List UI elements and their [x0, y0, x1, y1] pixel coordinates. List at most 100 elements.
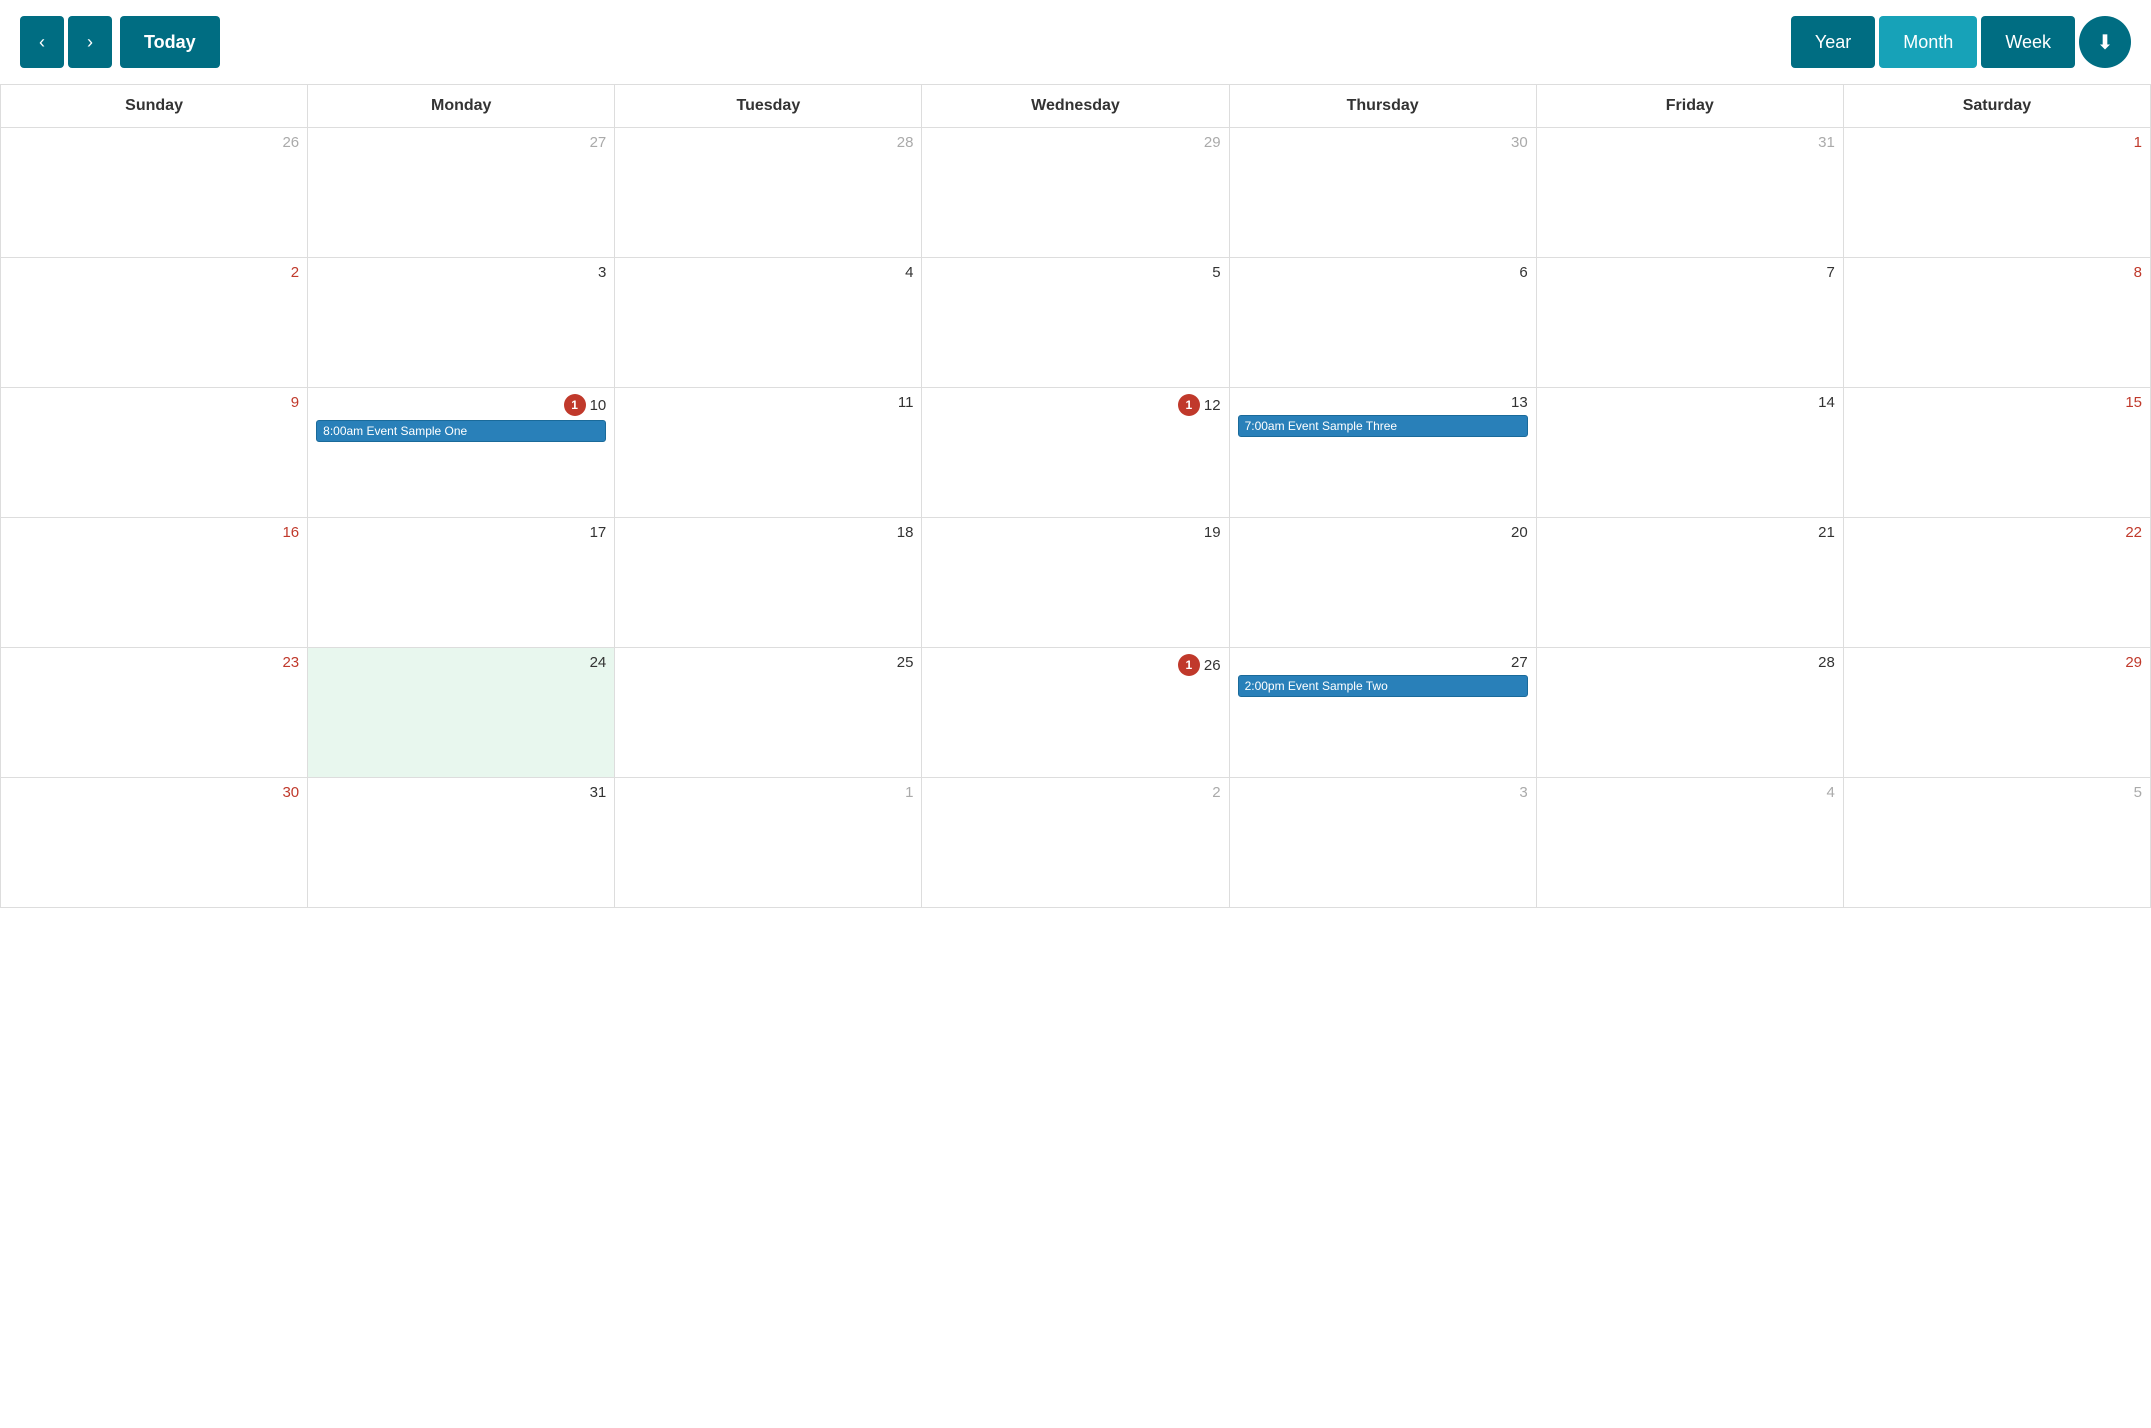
event-count-badge: 1: [1178, 394, 1200, 416]
day-number: 22: [2125, 524, 2142, 541]
calendar-cell[interactable]: 112: [922, 388, 1229, 518]
calendar-event[interactable]: 2:00pm Event Sample Two: [1238, 675, 1528, 697]
day-number: 10: [590, 397, 607, 414]
col-saturday: Saturday: [1843, 85, 2150, 128]
day-number: 27: [1511, 654, 1528, 671]
calendar-cell[interactable]: 2: [922, 778, 1229, 908]
week-view-button[interactable]: Week: [1981, 16, 2075, 68]
col-tuesday: Tuesday: [615, 85, 922, 128]
calendar-cell[interactable]: 126: [922, 648, 1229, 778]
calendar-cell[interactable]: 20: [1229, 518, 1536, 648]
day-number: 12: [1204, 397, 1221, 414]
next-button[interactable]: ›: [68, 16, 112, 68]
download-button[interactable]: ⬇: [2079, 16, 2131, 68]
day-number: 3: [598, 264, 606, 281]
calendar-cell[interactable]: 26: [1, 128, 308, 258]
calendar-cell[interactable]: 27 2:00pm Event Sample Two: [1229, 648, 1536, 778]
calendar-cell[interactable]: 21: [1536, 518, 1843, 648]
day-number: 6: [1519, 264, 1527, 281]
calendar-cell[interactable]: 16: [1, 518, 308, 648]
calendar-cell[interactable]: 3: [1229, 778, 1536, 908]
day-number: 15: [2125, 394, 2142, 411]
calendar-week-row: 30 31 12 3 4 5: [1, 778, 2151, 908]
calendar-cell[interactable]: 30: [1, 778, 308, 908]
day-number: 24: [590, 654, 607, 671]
nav-controls: ‹ › Today: [20, 16, 220, 68]
calendar-cell[interactable]: 23: [1, 648, 308, 778]
calendar-cell[interactable]: 31: [1536, 128, 1843, 258]
calendar-week-row: 91108:00am Event Sample One11112137:00am…: [1, 388, 2151, 518]
calendar-cell[interactable]: 28: [1536, 648, 1843, 778]
day-number: 4: [1827, 784, 1835, 801]
calendar-cell[interactable]: 29: [922, 128, 1229, 258]
calendar-cell[interactable]: 15: [1843, 388, 2150, 518]
day-number: 8: [2134, 264, 2142, 281]
day-number: 26: [1204, 657, 1221, 674]
calendar-cell[interactable]: 31: [308, 778, 615, 908]
day-number: 30: [282, 784, 299, 801]
calendar-cell[interactable]: 27: [308, 128, 615, 258]
calendar-cell[interactable]: 110 8:00am Event Sample One: [308, 388, 615, 518]
calendar-cell[interactable]: 18: [615, 518, 922, 648]
calendar-cell[interactable]: 2: [1, 258, 308, 388]
calendar-event[interactable]: 8:00am Event Sample One: [316, 420, 606, 442]
calendar-cell[interactable]: 3: [308, 258, 615, 388]
calendar-cell[interactable]: 30: [1229, 128, 1536, 258]
day-number: 29: [1204, 134, 1221, 151]
day-number: 1: [2134, 134, 2142, 151]
calendar-cell[interactable]: 8: [1843, 258, 2150, 388]
day-number: 29: [2125, 654, 2142, 671]
day-number: 13: [1511, 394, 1528, 411]
days-of-week-row: Sunday Monday Tuesday Wednesday Thursday…: [1, 85, 2151, 128]
prev-button[interactable]: ‹: [20, 16, 64, 68]
day-number: 30: [1511, 134, 1528, 151]
calendar-cell[interactable]: 6: [1229, 258, 1536, 388]
day-number: 31: [1818, 134, 1835, 151]
day-number: 5: [2134, 784, 2142, 801]
day-number: 21: [1818, 524, 1835, 541]
calendar-week-row: 2 345 67 8: [1, 258, 2151, 388]
calendar-cell[interactable]: 9: [1, 388, 308, 518]
calendar-cell[interactable]: 25: [615, 648, 922, 778]
calendar-cell[interactable]: 5: [1843, 778, 2150, 908]
calendar-cell[interactable]: 1: [615, 778, 922, 908]
calendar-cell[interactable]: 28: [615, 128, 922, 258]
calendar-cell[interactable]: 5: [922, 258, 1229, 388]
day-number: 3: [1519, 784, 1527, 801]
calendar-cell[interactable]: 14: [1536, 388, 1843, 518]
today-button[interactable]: Today: [120, 16, 220, 68]
calendar-cell[interactable]: 1: [1843, 128, 2150, 258]
calendar-cell[interactable]: 19: [922, 518, 1229, 648]
day-number: 26: [282, 134, 299, 151]
col-wednesday: Wednesday: [922, 85, 1229, 128]
calendar-header: ‹ › Today Year Month Week ⬇: [0, 0, 2151, 84]
day-number: 2: [291, 264, 299, 281]
event-count-badge: 1: [564, 394, 586, 416]
calendar-cell[interactable]: 17: [308, 518, 615, 648]
day-number: 17: [590, 524, 607, 541]
calendar-table: Sunday Monday Tuesday Wednesday Thursday…: [0, 84, 2151, 908]
view-controls: Year Month Week ⬇: [1791, 16, 2131, 68]
calendar-cell[interactable]: 22: [1843, 518, 2150, 648]
calendar-cell[interactable]: 11: [615, 388, 922, 518]
calendar-week-row: 16 17 18 19 20 21 22: [1, 518, 2151, 648]
day-number: 19: [1204, 524, 1221, 541]
calendar-event[interactable]: 7:00am Event Sample Three: [1238, 415, 1528, 437]
year-view-button[interactable]: Year: [1791, 16, 1875, 68]
day-number: 9: [291, 394, 299, 411]
calendar-cell[interactable]: 4: [1536, 778, 1843, 908]
calendar-cell[interactable]: 29: [1843, 648, 2150, 778]
day-number: 31: [590, 784, 607, 801]
day-number: 11: [898, 394, 914, 411]
month-view-button[interactable]: Month: [1879, 16, 1977, 68]
col-monday: Monday: [308, 85, 615, 128]
col-thursday: Thursday: [1229, 85, 1536, 128]
calendar-cell[interactable]: 13 7:00am Event Sample Three: [1229, 388, 1536, 518]
calendar-cell[interactable]: 4: [615, 258, 922, 388]
day-number: 14: [1818, 394, 1835, 411]
calendar-cell[interactable]: 24: [308, 648, 615, 778]
event-count-badge: 1: [1178, 654, 1200, 676]
day-number: 1: [905, 784, 913, 801]
calendar-cell[interactable]: 7: [1536, 258, 1843, 388]
day-number: 18: [897, 524, 914, 541]
